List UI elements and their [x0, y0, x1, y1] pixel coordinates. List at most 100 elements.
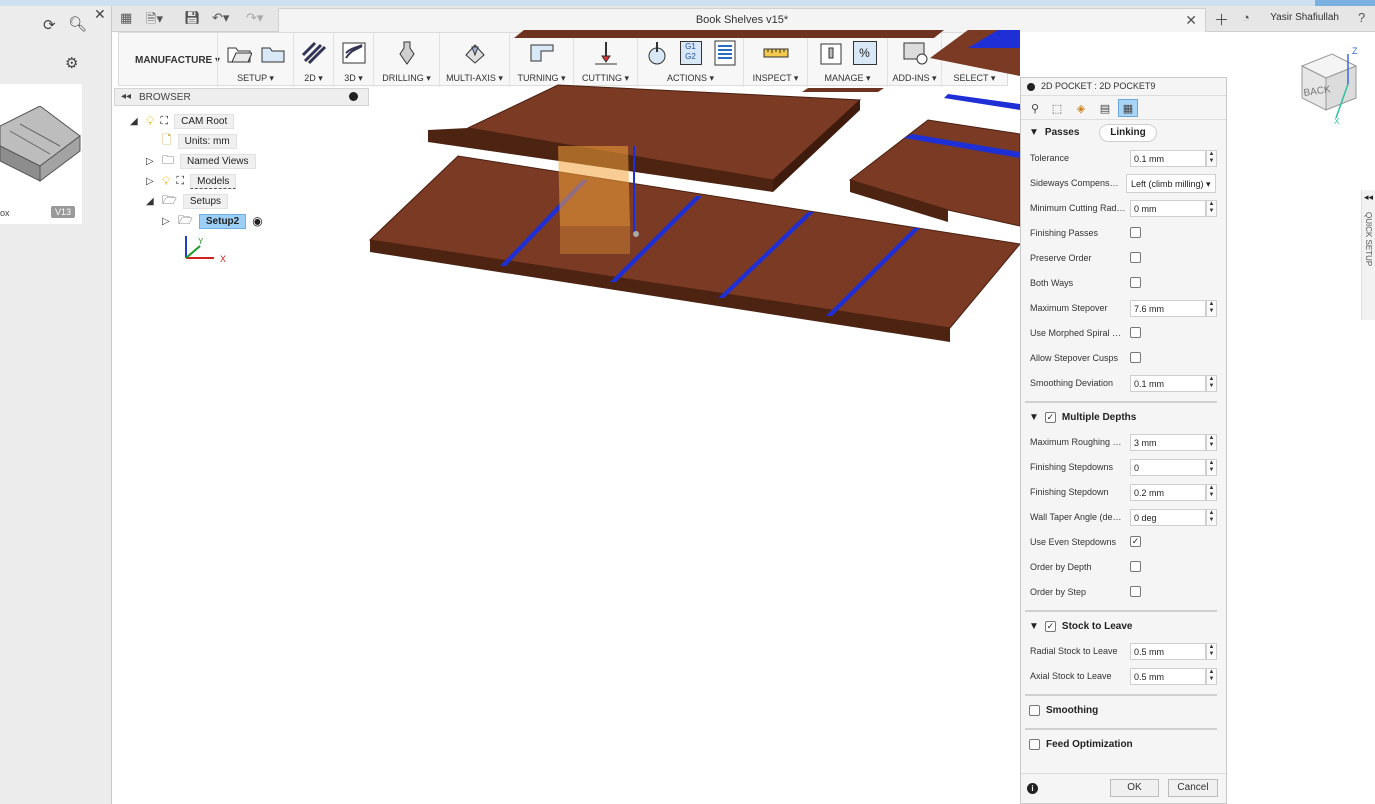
search-icon[interactable]: 🔍︎: [68, 15, 87, 33]
axial-stock-input[interactable]: 0.5 mm: [1130, 668, 1206, 685]
collapse-browser-icon[interactable]: ◂◂: [121, 91, 131, 102]
stock-to-leave-checkbox[interactable]: ✓: [1044, 621, 1056, 632]
ok-button[interactable]: OK: [1110, 779, 1159, 797]
expand-icon[interactable]: ▷: [162, 216, 172, 227]
section-passes-header[interactable]: ▼ Passes: [1029, 127, 1079, 138]
group-setup[interactable]: SETUP ▾: [217, 33, 293, 87]
multiple-depths-checkbox[interactable]: ✓: [1044, 412, 1056, 423]
tree-node-setups[interactable]: ◢ 🗁 Setups: [146, 192, 229, 210]
finishing-stepdown-spinner[interactable]: ▲ ▼: [1206, 484, 1217, 501]
document-tab[interactable]: Book Shelves v15* ✕: [278, 8, 1206, 32]
gear-icon[interactable]: ⚙: [65, 54, 78, 72]
refresh-icon[interactable]: ⟳: [43, 16, 56, 34]
both-ways-label: Both Ways: [1030, 278, 1074, 288]
shelf-board-edge[interactable]: [802, 88, 884, 92]
close-icon[interactable]: ✕: [94, 6, 106, 23]
axial-stock-spinner[interactable]: ▲ ▼: [1206, 668, 1217, 685]
design-thumbnail[interactable]: [0, 84, 82, 224]
use-even-stepdowns-checkbox[interactable]: ✓: [1130, 536, 1141, 547]
section-stock-to-leave-header[interactable]: ▼ ✓ Stock to Leave: [1029, 621, 1133, 632]
view-cube[interactable]: BACK Z X: [1296, 44, 1362, 124]
max-roughing-stepdown-spinner[interactable]: ▲ ▼: [1206, 434, 1217, 451]
smoothing-checkbox[interactable]: [1029, 705, 1040, 716]
lightbulb-icon[interactable]: 💡︎: [146, 114, 154, 129]
order-by-step-checkbox[interactable]: [1130, 586, 1141, 597]
tab-geometry[interactable]: ⬚: [1047, 99, 1067, 117]
tolerance-input[interactable]: 0.1 mm: [1130, 150, 1206, 167]
allow-stepover-cusps-checkbox[interactable]: [1130, 352, 1141, 363]
smoothing-deviation-spinner[interactable]: ▲ ▼: [1206, 375, 1217, 392]
quick-setup-panel[interactable]: ◂◂ QUICK SETUP: [1361, 190, 1375, 320]
redo-icon[interactable]: ↷▾: [246, 10, 263, 26]
lightbulb-icon[interactable]: 💡︎: [162, 174, 170, 189]
section-feed-optimization-header[interactable]: Feed Optimization: [1029, 739, 1133, 750]
new-tab-icon[interactable]: ＋: [1214, 9, 1229, 30]
tab-heights[interactable]: ◈: [1071, 99, 1091, 117]
both-ways-checkbox[interactable]: [1130, 277, 1141, 288]
browser-minimize-icon[interactable]: [349, 92, 358, 101]
finishing-stepdown-input[interactable]: 0.2 mm: [1130, 484, 1206, 501]
tool-preview[interactable]: [558, 146, 630, 226]
tree-node-named-views[interactable]: ▷ 🗀 Named Views: [146, 152, 256, 170]
workspace-switcher[interactable]: MANUFACTURE ▾: [135, 55, 220, 66]
section-smoothing-header[interactable]: Smoothing: [1029, 705, 1098, 716]
help-icon[interactable]: ?: [1358, 10, 1365, 25]
info-icon[interactable]: i: [1027, 783, 1038, 794]
tree-node-setup2[interactable]: ▷ 🗁 Setup2 ◉: [162, 212, 263, 230]
row-axial-stock: Axial Stock to Leave 0.5 mm ▲ ▼: [1030, 667, 1220, 687]
slot-6[interactable]: [944, 94, 1020, 110]
tolerance-spinner[interactable]: ▲ ▼: [1206, 150, 1217, 167]
maximum-stepover-spinner[interactable]: ▲ ▼: [1206, 300, 1217, 317]
order-by-depth-checkbox[interactable]: [1130, 561, 1141, 572]
sideways-compensation-label: Sideways Compensation: [1030, 178, 1122, 188]
expand-quick-setup-icon[interactable]: ◂◂: [1364, 192, 1373, 203]
group-3d[interactable]: 3D ▾: [333, 33, 373, 87]
expand-icon[interactable]: ◢: [146, 196, 156, 207]
smoothing-deviation-input[interactable]: 0.1 mm: [1130, 375, 1206, 392]
shelf-board-back[interactable]: [514, 30, 944, 38]
tab-tool[interactable]: ⚲: [1025, 99, 1045, 117]
activate-radio-icon[interactable]: ◉: [252, 214, 262, 228]
tree-node-units[interactable]: 🗋 Units: mm: [162, 132, 237, 150]
preserve-order-checkbox[interactable]: [1130, 252, 1141, 263]
maximum-stepover-input[interactable]: 7.6 mm: [1130, 300, 1206, 317]
save-icon[interactable]: 💾︎: [184, 10, 201, 26]
tree-node-models[interactable]: ▷ 💡︎ ⛶ Models: [146, 172, 237, 190]
minimum-cutting-radius-spinner[interactable]: ▲ ▼: [1206, 200, 1217, 217]
wall-taper-angle-spinner[interactable]: ▲ ▼: [1206, 509, 1217, 526]
group-2d[interactable]: 2D ▾: [293, 33, 333, 87]
tree-node-cam-root[interactable]: ◢ 💡︎ ⛶ CAM Root: [130, 112, 235, 130]
tab-linking[interactable]: ▦: [1118, 99, 1138, 117]
radial-stock-spinner[interactable]: ▲ ▼: [1206, 643, 1217, 660]
undo-icon[interactable]: ↶▾: [212, 10, 229, 26]
radial-stock-input[interactable]: 0.5 mm: [1130, 643, 1206, 660]
3d-icon[interactable]: [340, 40, 368, 66]
finishing-stepdowns-input[interactable]: 0: [1130, 459, 1206, 476]
feed-optimization-checkbox[interactable]: [1029, 739, 1040, 750]
expand-icon[interactable]: ▷: [146, 176, 156, 187]
job-status-icon[interactable]: ◔: [1242, 10, 1250, 25]
expand-icon[interactable]: ▷: [146, 156, 156, 167]
minimum-cutting-radius-input[interactable]: 0 mm: [1130, 200, 1206, 217]
2d-icon[interactable]: [300, 40, 328, 66]
file-menu-icon[interactable]: 🗎▾: [146, 10, 163, 32]
cancel-button[interactable]: Cancel: [1168, 779, 1218, 797]
wall-taper-angle-input[interactable]: 0 deg: [1130, 509, 1206, 526]
setup-open-icon[interactable]: [259, 40, 287, 66]
max-roughing-stepdown-input[interactable]: 3 mm: [1130, 434, 1206, 451]
thumbnail-name: ox: [0, 208, 10, 218]
viewport-canvas[interactable]: [368, 30, 1020, 804]
finishing-passes-checkbox[interactable]: [1130, 227, 1141, 238]
close-tab-icon[interactable]: ✕: [1185, 12, 1197, 29]
finishing-stepdowns-spinner[interactable]: ▲ ▼: [1206, 459, 1217, 476]
section-multiple-depths-header[interactable]: ▼ ✓ Multiple Depths: [1029, 412, 1136, 423]
tool-pivot-dot[interactable]: [633, 231, 639, 237]
user-name[interactable]: Yasir Shafiullah: [1270, 12, 1339, 23]
sideways-compensation-select[interactable]: Left (climb milling) ▾: [1126, 174, 1216, 193]
grid-menu-icon[interactable]: ▦: [120, 10, 132, 26]
setup-folder-icon[interactable]: [225, 40, 253, 66]
tab-passes[interactable]: ▤: [1095, 99, 1115, 117]
morphed-spiral-checkbox[interactable]: [1130, 327, 1141, 338]
dialog-collapse-icon[interactable]: [1027, 83, 1035, 91]
expand-icon[interactable]: ◢: [130, 116, 140, 127]
